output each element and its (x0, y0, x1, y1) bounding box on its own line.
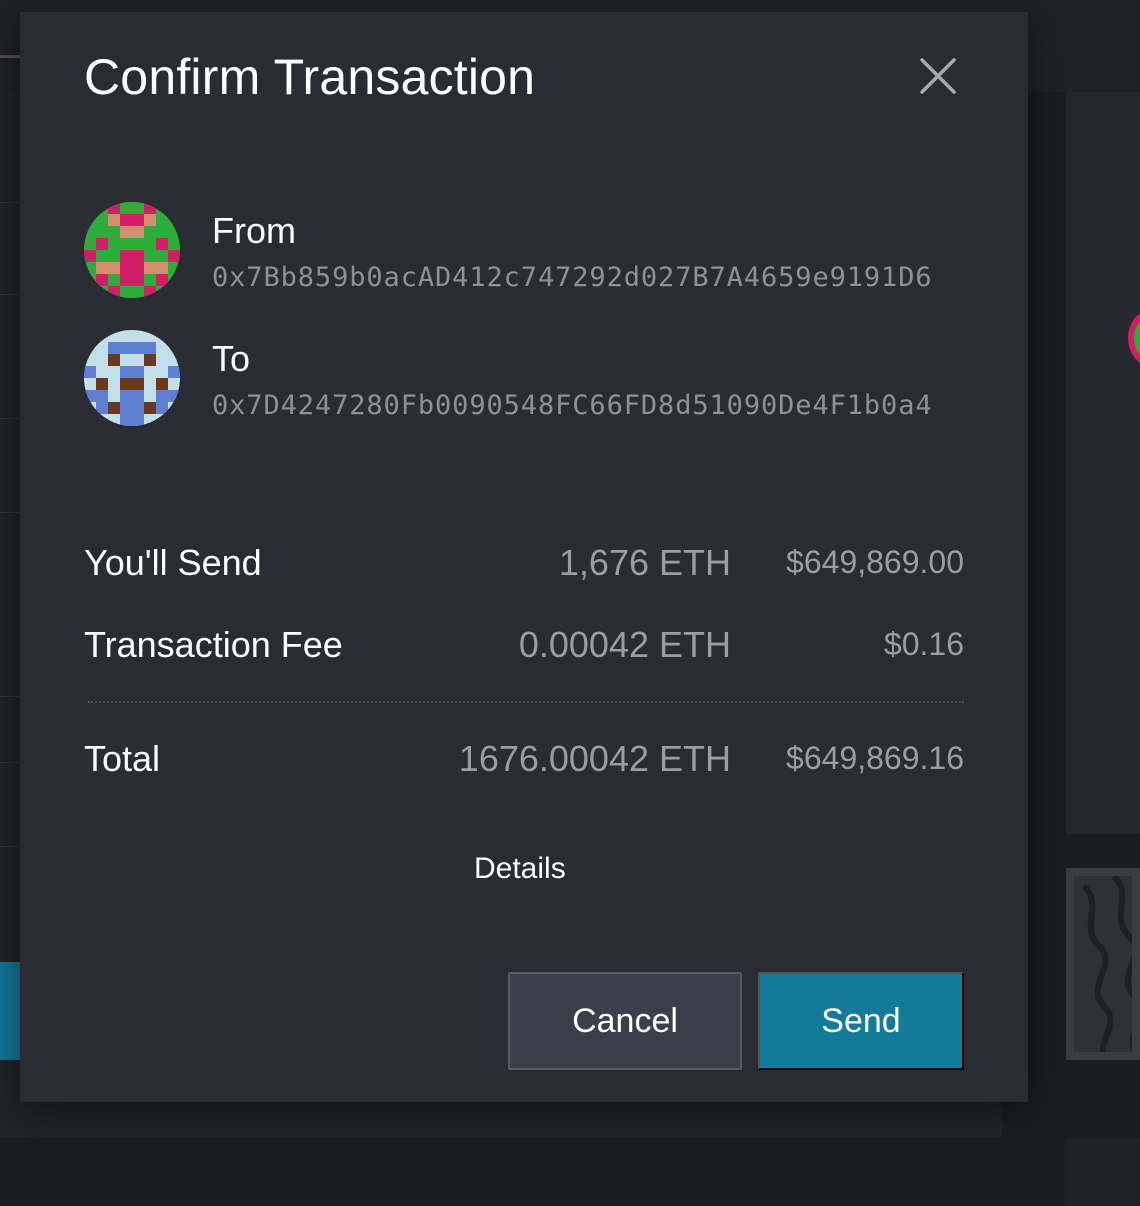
background-left-divider (0, 696, 20, 697)
from-label: From (212, 210, 296, 251)
background-left-button (0, 962, 20, 1060)
background-nav-underline (0, 55, 20, 58)
fee-usd-value: $0.16 (883, 626, 964, 662)
background-left-divider (0, 294, 20, 295)
fee-row: Transaction Fee 0.00042 ETH $0.16 (84, 624, 964, 674)
total-divider (88, 701, 964, 703)
total-label: Total (84, 738, 161, 779)
total-row: Total 1676.00042 ETH $649,869.16 (84, 738, 964, 788)
background-left-divider (0, 762, 20, 763)
fee-label: Transaction Fee (84, 624, 343, 665)
total-eth-value: 1676.00042 ETH (458, 738, 731, 779)
background-right-bottom (1066, 1138, 1140, 1206)
send-button[interactable]: Send (758, 972, 964, 1070)
from-avatar (84, 202, 180, 298)
confirm-transaction-modal: Confirm Transaction From 0x7Bb859b0acAD4… (20, 12, 1028, 1102)
background-bottom-strip (0, 1102, 1002, 1138)
fee-eth-value: 0.00042 ETH (518, 624, 731, 665)
close-icon[interactable] (918, 56, 958, 96)
send-label: You'll Send (84, 542, 262, 583)
background-left-divider (0, 202, 20, 203)
from-address: 0x7Bb859b0acAD412c747292d027B7A4659e9191… (212, 262, 933, 293)
background-left-divider (0, 418, 20, 419)
modal-title: Confirm Transaction (84, 49, 536, 105)
cancel-button[interactable]: Cancel (508, 972, 742, 1070)
to-label: To (212, 338, 251, 379)
total-usd-value: $649,869.16 (786, 740, 964, 776)
background-left-divider (0, 846, 20, 847)
send-amount-row: You'll Send 1,676 ETH $649,869.00 (84, 542, 964, 592)
to-address: 0x7D4247280Fb0090548FC66FD8d51090De4F1b0… (212, 390, 933, 421)
send-eth-value: 1,676 ETH (558, 542, 731, 583)
send-usd-value: $649,869.00 (786, 544, 964, 580)
details-link[interactable]: Details (474, 852, 566, 886)
background-left-divider (0, 512, 20, 513)
to-avatar (84, 330, 180, 426)
background-right-card (1066, 92, 1140, 834)
background-qr-code (1066, 868, 1140, 1060)
